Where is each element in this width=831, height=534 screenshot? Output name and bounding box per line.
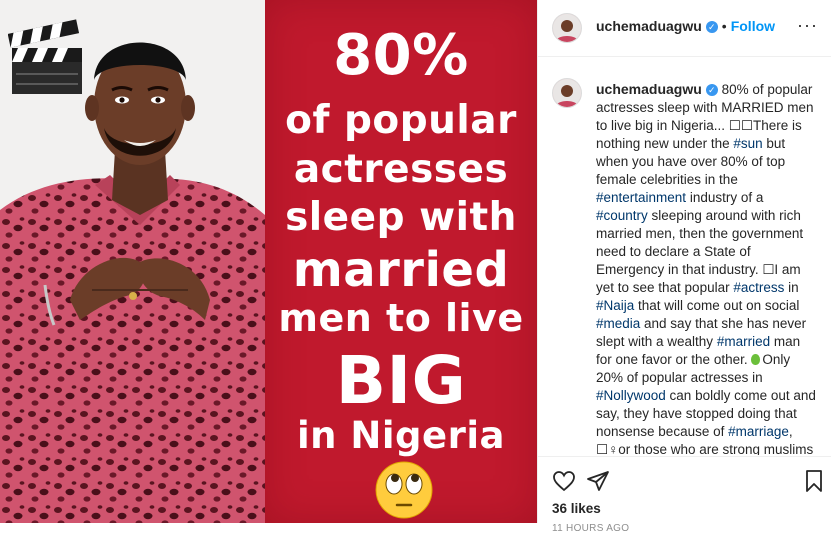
hashtag-link[interactable]: #marriage [728,424,789,439]
panel-line: sleep with [285,195,517,240]
heart-icon[interactable] [552,469,576,493]
likes-count[interactable]: 36 likes [552,501,601,516]
hashtag-link[interactable]: #actress [733,280,784,295]
panel-line: in Nigeria [296,414,506,457]
money-bag-emoji-icon [751,354,761,365]
movie-clapperboard-icon [8,19,82,94]
caption-username-link[interactable]: uchemaduagwu [596,81,702,97]
verified-badge-icon: ✓ [705,84,718,96]
avatar-image [553,14,581,42]
panel-line: BIG [335,342,467,419]
verified-badge-icon: ✓ [705,21,718,33]
post-sidebar: uchemaduagwu ✓ • Follow ··· uchemaduagwu ✓ 8… [537,0,831,534]
avatar[interactable] [552,78,582,108]
caption-text: in [784,280,799,295]
hashtag-link[interactable]: #married [717,334,770,349]
hashtag-link[interactable]: #entertainment [596,190,686,205]
post-actions-bar: 36 likes 11 HOURS AGO [538,456,831,534]
separator-dot: • [721,18,727,34]
post-caption: uchemaduagwu ✓ 80% of popular actresses s… [596,80,818,455]
hashtag-link[interactable]: #Nollywood [596,388,666,403]
hashtag-link[interactable]: #sun [733,136,762,151]
caption-text: that will come out on social [634,298,800,313]
panel-line: 80% [333,23,469,88]
avatar[interactable] [552,13,582,43]
more-options-icon[interactable]: ··· [797,15,818,36]
follow-button[interactable]: Follow [731,18,775,34]
hashtag-link[interactable]: #Naija [596,298,634,313]
avatar-image [553,79,581,107]
header-user: uchemaduagwu ✓ • Follow [596,18,775,36]
caption-text: industry of a [686,190,764,205]
post-timestamp[interactable]: 11 HOURS AGO [552,523,629,534]
username-link[interactable]: uchemaduagwu [596,18,702,34]
hashtag-link[interactable]: #country [596,208,648,223]
post-header: uchemaduagwu ✓ • Follow ··· [538,0,831,57]
panel-line: of popular [285,98,517,143]
rolling-eyes-emoji-icon [375,461,433,519]
post-text-panel: 80% of popular actresses sleep with marr… [265,0,537,523]
panel-line: married [292,242,510,298]
hashtag-link[interactable]: #media [596,316,640,331]
post-photo [0,0,265,523]
panel-line: actresses [293,147,509,192]
share-icon[interactable] [586,469,610,493]
panel-line: men to live [278,296,524,340]
bookmark-icon[interactable] [802,469,826,493]
